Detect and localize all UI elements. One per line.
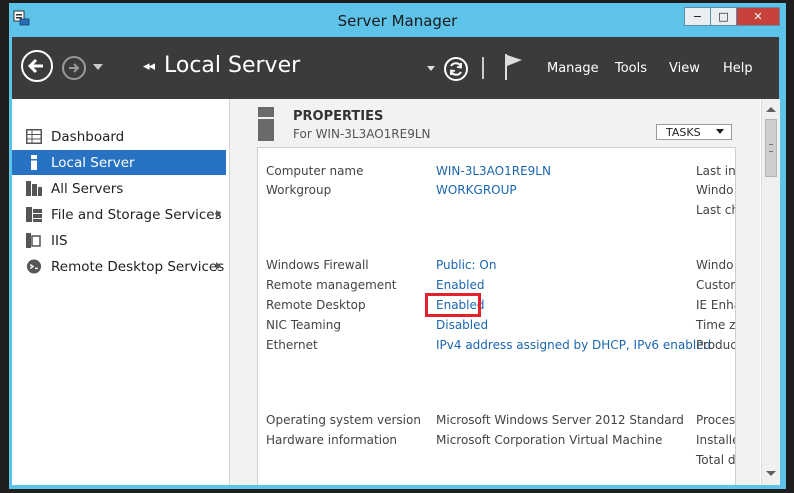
os-version-value: Microsoft Windows Server 2012 Standard [436, 413, 684, 427]
sidebar-item-label: Dashboard [51, 129, 125, 145]
property-label: Windo [696, 183, 734, 197]
back-button[interactable] [21, 50, 53, 82]
minimize-button[interactable]: − [684, 7, 711, 26]
computer-name-link[interactable]: WIN-3L3AO1RE9LN [436, 164, 551, 178]
remote-desktop-icon [26, 259, 42, 274]
sidebar-item-all-servers[interactable]: All Servers [12, 176, 226, 201]
tasks-dropdown[interactable]: TASKS [656, 124, 732, 140]
windows-firewall-link[interactable]: Public: On [436, 258, 496, 272]
property-label: Hardware information [266, 433, 398, 447]
property-label: Operating system version [266, 413, 421, 427]
scroll-up-button[interactable] [762, 101, 780, 117]
property-label: Windows Firewall [266, 258, 369, 272]
sidebar-item-label: IIS [51, 233, 68, 249]
property-label: Time zo [696, 318, 736, 332]
ethernet-link[interactable]: IPv4 address assigned by DHCP, IPv6 enab… [436, 338, 711, 352]
property-label: Workgroup [266, 183, 332, 197]
sidebar-item-file-storage[interactable]: File and Storage Services [12, 202, 226, 227]
property-label: Total d [696, 453, 736, 467]
notifications-flag-icon[interactable] [503, 52, 525, 82]
menu-manage[interactable]: Manage [547, 61, 599, 76]
sidebar-item-label: File and Storage Services [51, 207, 222, 223]
remote-desktop-highlight [425, 293, 481, 317]
sidebar-item-local-server[interactable]: Local Server [12, 150, 226, 175]
property-label: Process [696, 413, 736, 427]
client-area: ◂◂ Local Server Manage Tools View Help D… [12, 37, 780, 485]
nic-teaming-link[interactable]: Disabled [436, 318, 488, 332]
arrow-down-icon [766, 470, 776, 476]
workgroup-link[interactable]: WORKGROUP [436, 183, 517, 197]
sidebar-item-label: Remote Desktop Services [51, 259, 225, 275]
chevron-down-icon [716, 129, 724, 134]
property-label: Last ins [696, 164, 736, 178]
forward-button[interactable] [62, 56, 86, 80]
header-divider [482, 57, 484, 79]
property-label: Installe [696, 433, 736, 447]
chevron-right-icon [216, 262, 221, 270]
menu-view[interactable]: View [669, 61, 700, 76]
sidebar: Dashboard Local Server All Servers File … [12, 99, 230, 485]
properties-subtitle: For WIN-3L3AO1RE9LN [293, 127, 431, 141]
properties-title: PROPERTIES [293, 109, 384, 124]
menu-tools[interactable]: Tools [615, 61, 647, 76]
property-label: Remote Desktop [266, 298, 366, 312]
scroll-thumb[interactable] [765, 119, 777, 177]
app-window: Server Manager − □ ✕ ◂◂ Local Server Man… [9, 3, 786, 489]
properties-panel: Computer name WIN-3L3AO1RE9LN Workgroup … [257, 147, 736, 485]
dashboard-icon [26, 129, 42, 144]
file-storage-icon [26, 207, 42, 222]
property-label: Produc [696, 338, 736, 352]
refresh-dropdown-icon[interactable] [427, 66, 435, 71]
vertical-scrollbar[interactable] [761, 99, 780, 485]
all-servers-icon [26, 181, 42, 196]
sidebar-item-iis[interactable]: IIS [12, 228, 226, 253]
property-label: Last ch [696, 203, 736, 217]
local-server-icon [31, 155, 37, 170]
close-button[interactable]: ✕ [736, 7, 780, 26]
property-label: Windo [696, 258, 734, 272]
arrow-up-icon [766, 106, 776, 112]
property-label: Computer name [266, 164, 364, 178]
remote-management-link[interactable]: Enabled [436, 278, 485, 292]
iis-icon [26, 233, 41, 248]
property-label: Remote management [266, 278, 397, 292]
property-label: NIC Teaming [266, 318, 341, 332]
refresh-icon [450, 62, 462, 76]
arrow-left-icon [27, 58, 43, 74]
title-bar[interactable]: Server Manager − □ ✕ [9, 3, 786, 37]
sidebar-item-remote-desktop-services[interactable]: Remote Desktop Services [12, 254, 226, 279]
server-tile-icon [258, 107, 274, 141]
window-controls: − □ ✕ [684, 7, 780, 27]
sidebar-item-dashboard[interactable]: Dashboard [12, 124, 226, 149]
history-dropdown-icon[interactable] [93, 64, 103, 70]
chevron-right-icon [216, 210, 221, 218]
property-label: Custom [696, 278, 735, 292]
maximize-button[interactable]: □ [710, 7, 737, 26]
hardware-info-value: Microsoft Corporation Virtual Machine [436, 433, 663, 447]
header-bar: ◂◂ Local Server Manage Tools View Help [12, 37, 779, 99]
sidebar-item-label: Local Server [51, 155, 135, 171]
tasks-label: TASKS [666, 126, 701, 139]
property-label: Ethernet [266, 338, 318, 352]
scroll-down-button[interactable] [762, 465, 780, 481]
window-title: Server Manager [337, 12, 458, 30]
arrow-right-icon [69, 63, 80, 73]
properties-section: PROPERTIES For WIN-3L3AO1RE9LN TASKS Com… [230, 99, 760, 485]
property-label: IE Enha [696, 298, 735, 312]
page-title: Local Server [164, 53, 301, 78]
breadcrumb-arrows[interactable]: ◂◂ [143, 59, 155, 74]
menu-help[interactable]: Help [723, 61, 753, 76]
refresh-button[interactable] [444, 57, 468, 81]
sidebar-item-label: All Servers [51, 181, 124, 197]
